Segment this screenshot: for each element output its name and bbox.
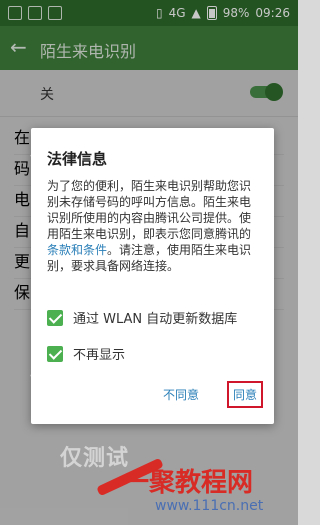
dont-show-again-checkbox[interactable] [47,345,63,362]
agree-button[interactable]: 同意 [227,381,264,408]
disagree-button[interactable]: 不同意 [163,386,199,403]
brand-name: 一聚教程网 [123,468,254,498]
dont-show-again-row[interactable]: 不再显示 [47,344,125,363]
dialog-title: 法律信息 [47,150,108,168]
dialog-body: 为了您的便利，陌生来电识别帮助您识别未存储号码的呼叫方信息。陌生来电识别所使用的… [47,178,257,274]
wlan-update-row[interactable]: 通过 WLAN 自动更新数据库 [47,308,237,327]
dont-show-again-label: 不再显示 [73,348,126,363]
legal-info-dialog: 法律信息 为了您的便利，陌生来电识别帮助您识别未存储号码的呼叫方信息。陌生来电识… [31,128,274,424]
dialog-body-text: 为了您的便利，陌生来电识别帮助您识别未存储号码的呼叫方信息。陌生来电识别所使用的… [47,179,252,241]
brand-watermark: 一聚教程网 www.111cn.net [95,457,275,522]
wlan-update-checkbox[interactable] [47,309,63,326]
terms-link[interactable]: 条款和条件 [47,243,107,257]
wlan-update-label: 通过 WLAN 自动更新数据库 [73,312,238,327]
brand-url: www.111cn.net [155,498,264,514]
